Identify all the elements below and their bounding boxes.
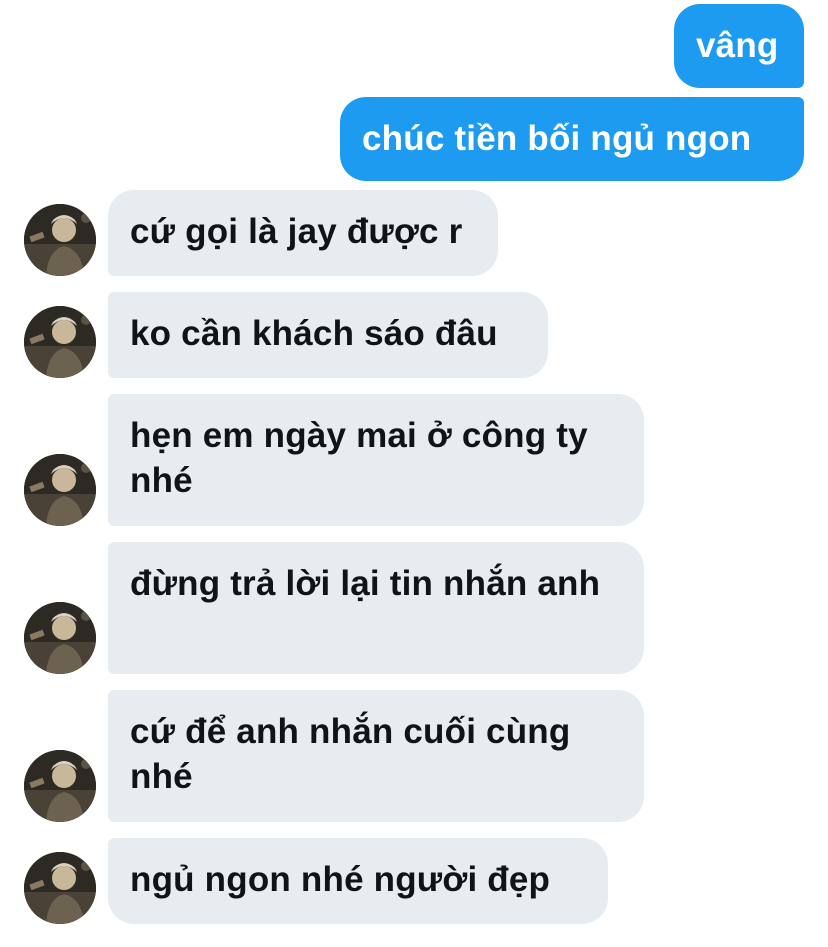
avatar-photo-icon [24, 306, 96, 378]
sender-avatar[interactable] [24, 204, 96, 276]
sender-avatar[interactable] [24, 852, 96, 924]
avatar-photo-icon [24, 602, 96, 674]
avatar-photo-icon [24, 852, 96, 924]
avatar-photo-icon [24, 454, 96, 526]
sender-avatar[interactable] [24, 454, 96, 526]
incoming-message[interactable]: ngủ ngon nhé người đẹp [108, 838, 608, 924]
incoming-message[interactable]: cứ để anh nhắn cuối cùng nhé [108, 690, 644, 822]
sender-avatar[interactable] [24, 750, 96, 822]
avatar-photo-icon [24, 204, 96, 276]
incoming-message[interactable]: đừng trả lời lại tin nhắn anh [108, 542, 644, 674]
outgoing-message[interactable]: chúc tiền bối ngủ ngon [340, 97, 804, 181]
incoming-message[interactable]: hẹn em ngày mai ở công ty nhé [108, 394, 644, 526]
chat-thread: vâng chúc tiền bối ngủ ngon cứ gọi là ja… [0, 0, 828, 947]
outgoing-message[interactable]: vâng [674, 4, 804, 88]
sender-avatar[interactable] [24, 602, 96, 674]
sender-avatar[interactable] [24, 306, 96, 378]
incoming-message[interactable]: ko cần khách sáo đâu [108, 292, 548, 378]
avatar-photo-icon [24, 750, 96, 822]
incoming-message[interactable]: cứ gọi là jay được r [108, 190, 498, 276]
